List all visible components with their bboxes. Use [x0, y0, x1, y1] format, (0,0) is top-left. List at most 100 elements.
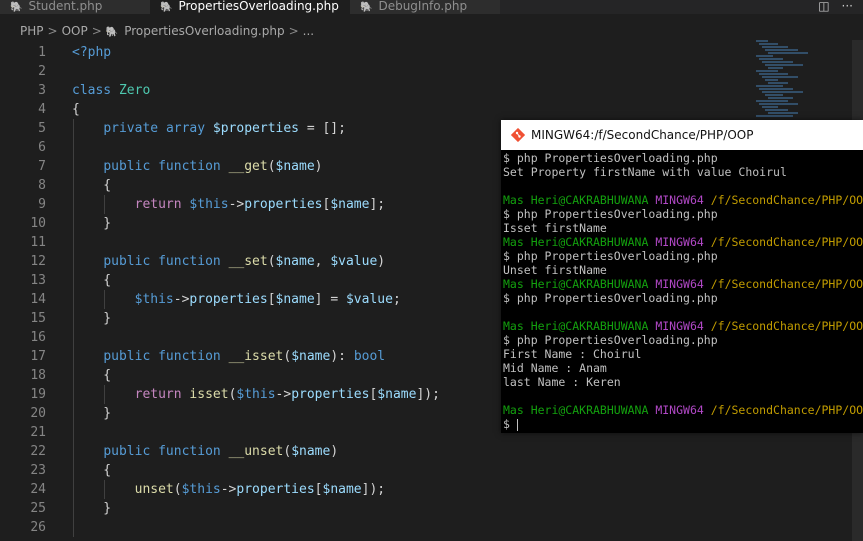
tab-label: Student.php — [28, 0, 103, 13]
more-actions-icon[interactable]: ··· — [842, 0, 853, 13]
minimap-line — [759, 88, 793, 90]
line-number: 14 — [30, 292, 46, 307]
minimap-line — [759, 73, 788, 75]
code-line[interactable]: 23 { — [0, 461, 760, 480]
code-line[interactable]: 22 public function __unset($name) — [0, 442, 760, 461]
code-text: } — [72, 311, 112, 326]
minimap-line — [756, 100, 788, 102]
code-line[interactable]: 24 unset($this->properties[$name]); — [0, 480, 760, 499]
code-text: { — [72, 178, 112, 193]
line-number: 11 — [30, 235, 46, 250]
indent-guide — [104, 480, 105, 499]
php-elephant-icon: 🐘 — [160, 2, 173, 13]
minimap-line — [762, 91, 803, 93]
indent-guide — [104, 195, 105, 214]
code-text: { — [72, 463, 112, 478]
code-text: unset($this->properties[$name]); — [134, 482, 386, 497]
code-text: } — [72, 501, 112, 516]
code-text: { — [72, 102, 80, 117]
minimap-line — [762, 46, 788, 48]
minimap-line — [756, 40, 768, 42]
minimap-line — [765, 49, 798, 51]
terminal-prompt-line: Mas Heri@CAKRABHUWANA MINGW64 /f/SecondC… — [503, 235, 863, 249]
php-elephant-icon: 🐘 — [10, 2, 23, 13]
terminal-output-line: $ php PropertiesOverloading.php — [503, 151, 718, 165]
code-text: public function __set($name, $value) — [103, 254, 386, 269]
line-number: 19 — [30, 387, 46, 402]
minimap-line — [768, 82, 788, 84]
code-text: return isset($this->properties[$name]); — [134, 387, 440, 402]
code-text: class Zero — [72, 83, 151, 98]
indent-guide — [104, 385, 105, 404]
minimap-line — [759, 58, 783, 60]
git-bash-icon — [511, 128, 525, 142]
terminal-output[interactable]: $ php PropertiesOverloading.php Set Prope… — [503, 151, 863, 431]
terminal-output-line: Set Property firstName with value Choiru… — [503, 165, 787, 179]
breadcrumb-item-oop[interactable]: OOP — [62, 24, 88, 38]
minimap-line — [768, 67, 783, 69]
terminal-window[interactable]: MINGW64:/f/SecondChance/PHP/OOP $ php Pr… — [501, 120, 863, 433]
code-line[interactable]: 3 class Zero — [0, 81, 760, 100]
line-number: 2 — [38, 64, 46, 79]
terminal-prompt-line: Mas Heri@CAKRABHUWANA MINGW64 /f/SecondC… — [503, 319, 863, 333]
line-number: 24 — [30, 482, 46, 497]
line-number: 3 — [38, 83, 46, 98]
terminal-input-line[interactable]: $ — [503, 417, 863, 431]
line-number: 13 — [30, 273, 46, 288]
code-line[interactable]: 26 — [0, 518, 760, 537]
minimap-line — [765, 79, 778, 81]
minimap-line — [762, 61, 793, 63]
breadcrumb-item-symbol[interactable]: ... — [303, 24, 314, 38]
line-number: 9 — [38, 197, 46, 212]
code-text: public function __unset($name) — [103, 444, 339, 459]
code-text: { — [72, 273, 112, 288]
minimap-line — [765, 109, 788, 111]
code-text: $this->properties[$name] = $value; — [134, 292, 401, 307]
tab-student-php[interactable]: 🐘 Student.php — [0, 0, 150, 14]
code-text: { — [72, 368, 112, 383]
code-text: } — [72, 406, 112, 421]
minimap-line — [762, 76, 798, 78]
terminal-output-line: First Name : Choirul — [503, 347, 642, 361]
indent-guide — [104, 290, 105, 309]
breadcrumb: PHP > OOP > 🐘 PropertiesOverloading.php >... — [20, 23, 314, 41]
minimap[interactable] — [752, 40, 852, 120]
line-number: 1 — [38, 45, 46, 60]
line-number: 8 — [38, 178, 46, 193]
code-line[interactable]: 1 <?php — [0, 43, 760, 62]
terminal-output-line: Unset firstName — [503, 263, 607, 277]
code-line[interactable]: 25 } — [0, 499, 760, 518]
breadcrumb-item-php[interactable]: PHP — [20, 24, 44, 38]
line-number: 16 — [30, 330, 46, 345]
code-line[interactable]: 2 — [0, 62, 760, 81]
code-line[interactable]: 4{ — [0, 100, 760, 119]
terminal-title-bar[interactable]: MINGW64:/f/SecondChance/PHP/OOP — [501, 120, 863, 150]
code-text: public function __isset($name): bool — [103, 349, 386, 364]
split-editor-icon[interactable]: ◫ — [818, 0, 829, 13]
terminal-cursor — [516, 418, 518, 431]
line-number: 7 — [38, 159, 46, 174]
line-number: 5 — [38, 121, 46, 136]
terminal-output-line: Isset firstName — [503, 221, 607, 235]
minimap-line — [756, 55, 773, 57]
line-number: 4 — [38, 102, 46, 117]
line-number: 25 — [30, 501, 46, 516]
minimap-line — [765, 94, 783, 96]
php-elephant-icon: 🐘 — [360, 2, 373, 13]
tab-properties-overloading[interactable]: 🐘PropertiesOverloading.php✕ — [150, 0, 350, 14]
breadcrumb-item-file[interactable]: PropertiesOverloading.php — [124, 24, 284, 38]
minimap-line — [768, 112, 798, 114]
line-number: 17 — [30, 349, 46, 364]
minimap-line — [759, 103, 798, 105]
minimap-line — [768, 97, 793, 99]
breadcrumb-separator: > — [288, 24, 299, 38]
tab-debuginfo-php[interactable]: 🐘 DebugInfo.php — [350, 0, 500, 14]
line-number: 15 — [30, 311, 46, 326]
tab-label: DebugInfo.php — [378, 0, 468, 13]
indent-guide — [73, 119, 74, 537]
terminal-prompt-line: Mas Heri@CAKRABHUWANA MINGW64 /f/SecondC… — [503, 193, 863, 207]
minimap-line — [768, 52, 808, 54]
editor-tab-bar: 🐘 Student.php 🐘PropertiesOverloading.php✕… — [0, 0, 863, 14]
